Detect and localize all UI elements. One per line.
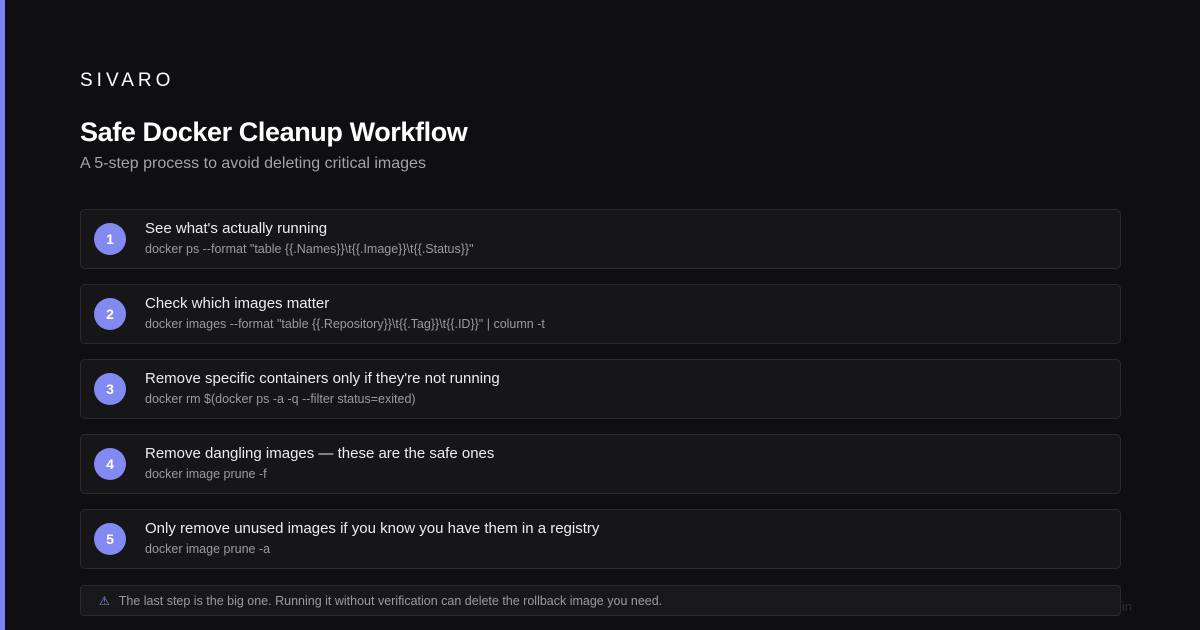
step-number-badge: 3 xyxy=(94,373,126,405)
accent-bar xyxy=(0,0,5,630)
warning-icon: ⚠ xyxy=(99,593,110,608)
slide-frame: SIVARO Safe Docker Cleanup Workflow A 5-… xyxy=(0,0,1200,630)
page-subtitle: A 5-step process to avoid deleting criti… xyxy=(80,155,426,172)
step-title: Remove specific containers only if they'… xyxy=(145,370,500,387)
step-number-badge: 2 xyxy=(94,298,126,330)
steps-list: 1 See what's actually running docker ps … xyxy=(80,209,1121,569)
step-command: docker rm $(docker ps -a -q --filter sta… xyxy=(145,392,416,406)
step-card-1: 1 See what's actually running docker ps … xyxy=(80,209,1121,269)
step-title: Remove dangling images — these are the s… xyxy=(145,445,495,462)
step-number-badge: 5 xyxy=(94,523,126,555)
step-card-3: 3 Remove specific containers only if the… xyxy=(80,359,1121,419)
warning-text: The last step is the big one. Running it… xyxy=(118,593,663,608)
step-card-5: 5 Only remove unused images if you know … xyxy=(80,509,1121,569)
step-title: See what's actually running xyxy=(145,220,328,237)
step-card-2: 2 Check which images matter docker image… xyxy=(80,284,1121,344)
step-command: docker ps --format "table {{.Names}}\t{{… xyxy=(145,242,474,256)
step-title: Only remove unused images if you know yo… xyxy=(145,520,600,537)
step-command: docker images --format "table {{.Reposit… xyxy=(145,317,545,331)
corner-watermark: in xyxy=(1122,599,1133,614)
page-title: Safe Docker Cleanup Workflow xyxy=(80,117,468,147)
step-command: docker image prune -f xyxy=(145,467,267,481)
main-content: SIVARO Safe Docker Cleanup Workflow A 5-… xyxy=(80,70,1121,569)
step-number-badge: 4 xyxy=(94,448,126,480)
brand-logo: SIVARO xyxy=(80,70,175,91)
step-number-badge: 1 xyxy=(94,223,126,255)
step-card-4: 4 Remove dangling images — these are the… xyxy=(80,434,1121,494)
step-command: docker image prune -a xyxy=(145,542,271,556)
warning-banner: ⚠ The last step is the big one. Running … xyxy=(80,585,1121,616)
step-title: Check which images matter xyxy=(145,295,330,312)
